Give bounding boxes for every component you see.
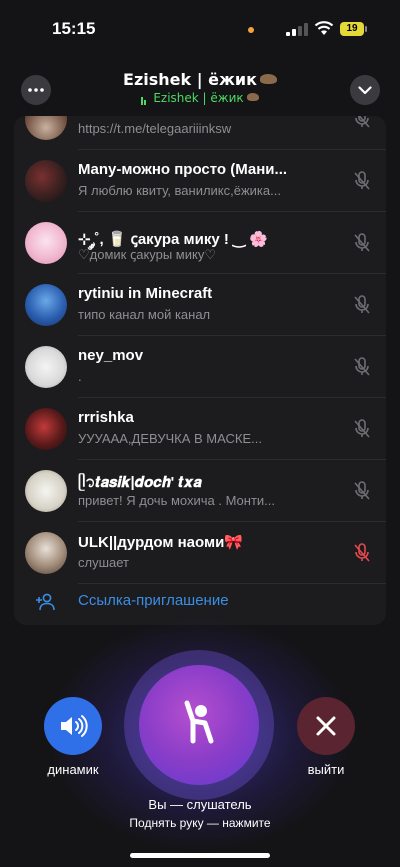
participant-name: rytiniu in Minecraft <box>78 285 213 302</box>
participant-status: https://t.me/telegaariiinksw <box>78 121 232 136</box>
participant-row[interactable]: ney_mov . <box>14 336 386 398</box>
mic-muted-icon[interactable] <box>352 116 372 130</box>
participant-row[interactable]: rytiniu in Minecraft типо канал мой кана… <box>14 274 386 336</box>
ellipsis-icon <box>28 88 44 92</box>
speaker-icon <box>61 715 88 737</box>
avatar <box>25 470 67 512</box>
participant-name: Many-можно просто (Мани... <box>78 161 288 178</box>
speaker-label: динамик <box>47 762 99 777</box>
participant-status: . <box>78 369 82 384</box>
leave-button[interactable] <box>297 697 355 755</box>
mic-muted-icon[interactable] <box>352 418 372 440</box>
status-time: 15:15 <box>52 19 96 38</box>
participant-name: rrrishka <box>78 409 134 426</box>
participant-status: слушает <box>78 555 129 570</box>
participant-status: УУУААА,ДЕВУЧКА В МАСКЕ... <box>78 431 262 446</box>
participant-status: типо канал мой канал <box>78 307 211 322</box>
mic-muted-icon[interactable] <box>352 356 372 378</box>
participant-row[interactable]: ⊹ ༘˚, 🥛 ꞔакура мику ! ‿ 🌸 ♡домик ꞔакуры … <box>14 212 386 274</box>
battery-icon: 19 <box>340 22 367 36</box>
participant-status: Я люблю квиту, ваниликс,ёжика... <box>78 183 281 198</box>
speaking-bars-icon <box>141 91 147 105</box>
participant-row[interactable]: ᥫ᭡𝒕𝒂𝒔𝒊𝒌|𝒅𝒐𝒄𝒉' 𝒕𝒙𝒂 привет! Я дочь мохича … <box>14 460 386 522</box>
home-indicator[interactable] <box>130 853 270 858</box>
chat-title-text: Ezishek | ёжик <box>123 70 257 89</box>
invite-link-label: Ссылка-приглашение <box>78 592 229 609</box>
mic-muted-red-icon[interactable] <box>352 542 372 564</box>
participant-status: привет! Я дочь мохича . Монти... <box>78 493 276 508</box>
minimize-button[interactable] <box>350 75 380 105</box>
participant-row[interactable]: https://t.me/telegaariiinksw <box>14 116 386 150</box>
raise-hand-hint: Поднять руку — нажмите <box>129 816 271 830</box>
listener-role-text: Вы — слушатель <box>148 797 252 812</box>
mic-muted-icon[interactable] <box>352 480 372 502</box>
mic-muted-icon[interactable] <box>352 294 372 316</box>
avatar <box>25 284 67 326</box>
participant-name: ULK||дурдом наоми🎀 <box>78 534 243 551</box>
mic-muted-icon[interactable] <box>352 232 372 254</box>
row-divider <box>78 583 386 584</box>
status-bar: 15:15 19 <box>0 0 400 60</box>
raise-hand-button[interactable] <box>139 665 259 785</box>
avatar <box>25 408 67 450</box>
close-icon <box>316 716 336 736</box>
leave-label: выйти <box>307 762 345 777</box>
avatar <box>25 532 67 574</box>
add-person-icon <box>36 593 55 611</box>
chat-subtitle: Ezishek | ёжик <box>80 91 320 105</box>
chat-title: Ezishek | ёжик <box>80 70 320 89</box>
hedgehog-emoji-icon <box>259 74 277 84</box>
mic-in-use-indicator <box>248 27 254 33</box>
avatar <box>25 222 67 264</box>
participant-row[interactable]: Many-можно просто (Мани... Я люблю квиту… <box>14 150 386 212</box>
avatar <box>25 116 67 140</box>
participant-name: ney_mov <box>78 347 144 364</box>
participants-list: https://t.me/telegaariiinksw Many-можно … <box>14 116 386 625</box>
raised-hand-person-icon <box>184 700 214 744</box>
participant-row[interactable]: ULK||дурдом наоми🎀 слушает <box>14 522 386 584</box>
voice-chat-header: Ezishek | ёжик Ezishek | ёжик <box>0 64 400 114</box>
avatar <box>25 160 67 202</box>
speaker-button[interactable] <box>44 697 102 755</box>
participant-row[interactable]: rrrishka УУУААА,ДЕВУЧКА В МАСКЕ... <box>14 398 386 460</box>
participant-status: ♡домик ꞔакуры мику♡ <box>78 247 216 262</box>
mic-muted-icon[interactable] <box>352 170 372 192</box>
more-options-button[interactable] <box>21 75 51 105</box>
wifi-icon <box>314 20 334 36</box>
chevron-down-icon <box>358 85 372 94</box>
cellular-signal-icon <box>286 23 308 36</box>
chat-subtitle-text: Ezishek | ёжик <box>153 91 244 105</box>
hedgehog-emoji-icon <box>246 93 259 101</box>
avatar <box>25 346 67 388</box>
chat-title-block: Ezishek | ёжик Ezishek | ёжик <box>80 70 320 105</box>
